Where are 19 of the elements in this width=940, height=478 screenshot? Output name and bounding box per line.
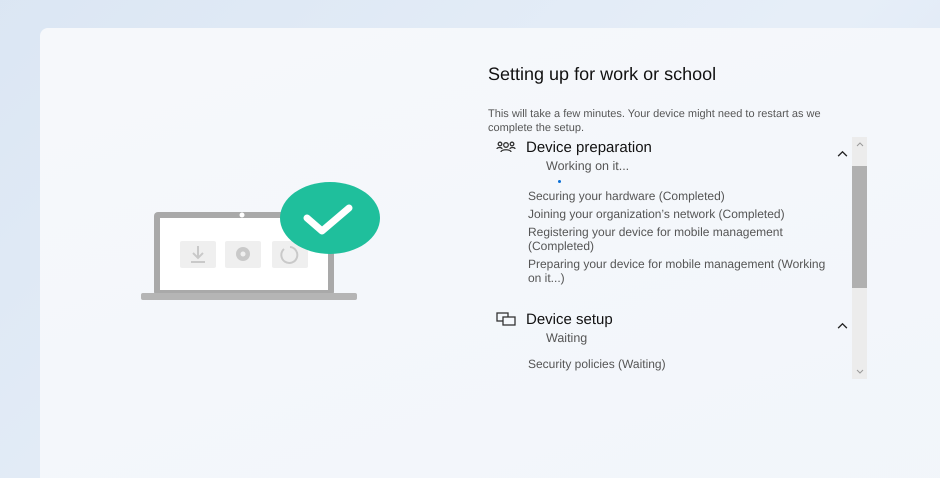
section-status: Waiting	[545, 331, 588, 345]
scroll-down-icon[interactable]	[856, 369, 864, 374]
step-text: Registering your device for mobile management (Completed)	[528, 225, 784, 253]
page-title: Setting up for work or school	[488, 64, 718, 85]
section-title: Device preparation	[526, 138, 653, 156]
step-text: Joining your organization’s network (Completed)	[528, 207, 786, 221]
section-status: Working on it...	[545, 159, 630, 173]
collapse-chevron-icon[interactable]	[837, 322, 848, 328]
scroll-up-icon[interactable]	[856, 142, 864, 147]
scrollbar[interactable]	[852, 137, 867, 379]
description-text: This will take a few minutes. Your device might need to restart as we complete the setup.	[488, 107, 822, 135]
section-title: Device setup	[526, 310, 614, 328]
step-text: Securing your hardware (Completed)	[528, 189, 726, 203]
step-text: Security policies (Waiting)	[528, 357, 667, 371]
scrollbar-thumb[interactable]	[852, 166, 867, 288]
people-icon	[496, 140, 516, 154]
devices-icon	[496, 312, 516, 326]
step-text: Preparing your device for mobile management (Working on it...)	[528, 257, 826, 285]
collapse-chevron-icon[interactable]	[837, 150, 848, 156]
